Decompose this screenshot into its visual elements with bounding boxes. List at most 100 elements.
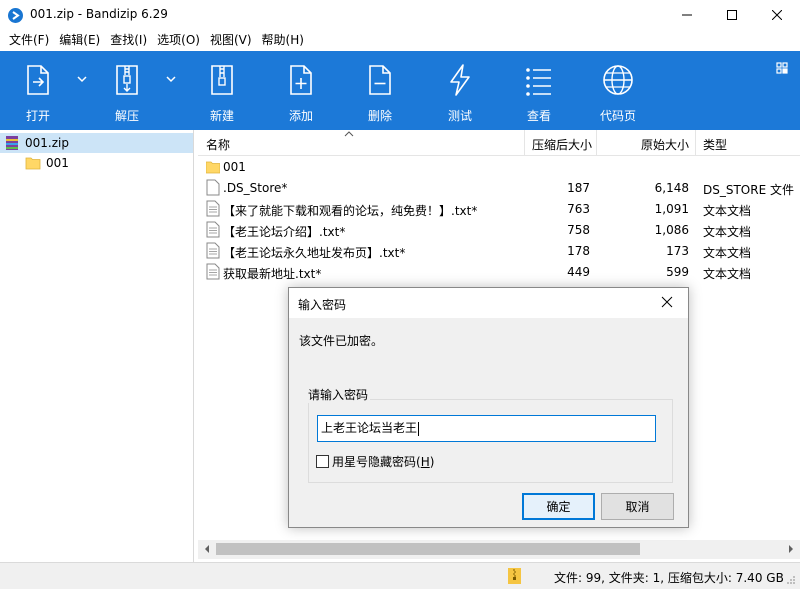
open-dropdown-chevron-icon[interactable]	[76, 73, 88, 85]
row-type: DS_STORE 文件	[703, 183, 794, 197]
zip-archive-icon	[6, 136, 18, 150]
tree-archive-label: 001.zip	[25, 136, 69, 150]
row-name: 001	[223, 160, 246, 174]
list-row[interactable]: 【老王论坛介绍】.txt* 758 1,086 文本文档	[198, 219, 800, 240]
row-original-size: 599	[666, 265, 689, 279]
open-button[interactable]: 打开	[2, 51, 72, 130]
close-icon	[771, 10, 782, 20]
row-type: 文本文档	[703, 204, 752, 218]
view-list-icon	[526, 68, 551, 96]
column-separator[interactable]	[524, 130, 525, 156]
row-type: 文本文档	[703, 267, 752, 281]
row-original-size: 173	[666, 244, 689, 258]
row-original-size: 1,091	[654, 202, 689, 216]
list-row[interactable]: 获取最新地址.txt* 449 599 文本文档	[198, 261, 800, 282]
hide-password-accesskey: H	[420, 454, 430, 469]
scrollbar-thumb[interactable]	[216, 543, 640, 555]
row-name: 【老王论坛介绍】.txt*	[223, 225, 346, 239]
menu-find[interactable]: 查找(I)	[105, 30, 152, 51]
menu-view[interactable]: 视图(V)	[205, 30, 257, 51]
hide-password-label-tail: )	[429, 454, 435, 469]
password-input-value: 上老王论坛当老王	[321, 421, 418, 435]
folder-icon	[206, 161, 220, 174]
row-name: 【来了就能下载和观看的论坛，纯免费！】.txt*	[223, 204, 478, 218]
list-header: 名称 压缩后大小 原始大小 类型	[198, 130, 800, 156]
column-packed-header[interactable]: 压缩后大小	[532, 136, 592, 153]
menu-file[interactable]: 文件(F)	[4, 30, 54, 51]
codepage-label: 代码页	[599, 109, 636, 123]
column-type-header[interactable]: 类型	[703, 136, 727, 153]
text-caret	[418, 421, 420, 436]
test-label: 测试	[447, 109, 472, 123]
text-file-icon	[206, 242, 220, 259]
column-name-header[interactable]: 名称	[206, 136, 230, 153]
codepage-button[interactable]: 代码页	[582, 51, 652, 130]
maximize-button[interactable]	[709, 0, 754, 30]
list-row[interactable]: 001	[198, 156, 800, 177]
delete-button[interactable]: 删除	[344, 51, 414, 130]
view-button[interactable]: 查看	[503, 51, 573, 130]
resize-grip-icon[interactable]	[786, 575, 796, 585]
row-packed-size: 763	[567, 202, 590, 216]
row-type: 文本文档	[703, 246, 752, 260]
scroll-right-icon[interactable]	[787, 544, 795, 554]
file-icon	[206, 179, 220, 196]
text-file-icon	[206, 263, 220, 280]
add-file-icon	[290, 65, 312, 95]
delete-file-icon	[369, 65, 391, 95]
test-lightning-icon	[450, 64, 470, 96]
codepage-globe-icon	[603, 65, 633, 95]
list-row[interactable]: .DS_Store* 187 6,148 DS_STORE 文件	[198, 177, 800, 198]
extract-dropdown-chevron-icon[interactable]	[165, 73, 177, 85]
add-button[interactable]: 添加	[265, 51, 335, 130]
close-window-button[interactable]	[754, 0, 799, 30]
row-name: .DS_Store*	[223, 181, 288, 195]
status-bar: 文件: 99, 文件夹: 1, 压缩包大小: 7.40 GB	[0, 562, 800, 589]
list-row[interactable]: 【老王论坛永久地址发布页】.txt* 178 173 文本文档	[198, 240, 800, 261]
menu-edit[interactable]: 编辑(E)	[54, 30, 105, 51]
tree-folder-label: 001	[46, 156, 69, 170]
zip-status-icon	[508, 568, 521, 584]
row-packed-size: 758	[567, 223, 590, 237]
extract-button[interactable]: 解压	[91, 51, 161, 130]
minimize-button[interactable]	[664, 0, 709, 30]
hide-password-checkbox[interactable]	[316, 455, 329, 468]
status-text: 文件: 99, 文件夹: 1, 压缩包大小: 7.40 GB	[554, 571, 784, 585]
cancel-button[interactable]: 取消	[601, 493, 674, 520]
toolbar: 打开 解压 新建 添加 删除 测试 查看 代码页	[0, 51, 800, 130]
dialog-title: 输入密码	[298, 298, 347, 312]
row-original-size: 1,086	[654, 223, 689, 237]
new-archive-button[interactable]: 新建	[186, 51, 256, 130]
add-label: 添加	[288, 109, 313, 123]
row-type: 文本文档	[703, 225, 752, 239]
extract-label: 解压	[114, 109, 139, 123]
tree-item-folder[interactable]: 001	[25, 153, 85, 173]
folder-icon	[25, 157, 41, 170]
list-row[interactable]: 【来了就能下载和观看的论坛，纯免费！】.txt* 763 1,091 文本文档	[198, 198, 800, 219]
new-archive-label: 新建	[209, 109, 234, 123]
dialog-message: 该文件已加密。	[299, 334, 384, 348]
column-separator[interactable]	[596, 130, 597, 156]
menu-help[interactable]: 帮助(H)	[257, 30, 309, 51]
delete-label: 删除	[367, 109, 392, 123]
row-original-size: 6,148	[654, 181, 689, 195]
layout-grid-icon[interactable]	[775, 61, 789, 75]
minimize-icon	[681, 14, 692, 16]
hide-password-label: 用星号隐藏密码(	[332, 455, 421, 469]
test-button[interactable]: 测试	[424, 51, 494, 130]
hide-password-option[interactable]: 用星号隐藏密码(H)	[316, 453, 434, 470]
window-title: 001.zip - Bandizip 6.29	[30, 7, 168, 21]
column-separator[interactable]	[695, 130, 696, 156]
row-name: 获取最新地址.txt*	[223, 267, 322, 281]
menu-options[interactable]: 选项(O)	[152, 30, 205, 51]
open-label: 打开	[25, 109, 50, 123]
scroll-left-icon[interactable]	[203, 544, 211, 554]
horizontal-scrollbar[interactable]	[198, 540, 800, 559]
dialog-close-icon[interactable]	[661, 296, 673, 308]
tree-item-archive[interactable]: 001.zip	[0, 133, 193, 153]
row-packed-size: 178	[567, 244, 590, 258]
password-input[interactable]: 上老王论坛当老王	[317, 415, 656, 442]
ok-button[interactable]: 确定	[522, 493, 595, 520]
password-dialog: 输入密码 该文件已加密。 请输入密码 上老王论坛当老王 用星号隐藏密码(H) 确…	[288, 287, 689, 528]
column-original-header[interactable]: 原始大小	[641, 136, 689, 153]
